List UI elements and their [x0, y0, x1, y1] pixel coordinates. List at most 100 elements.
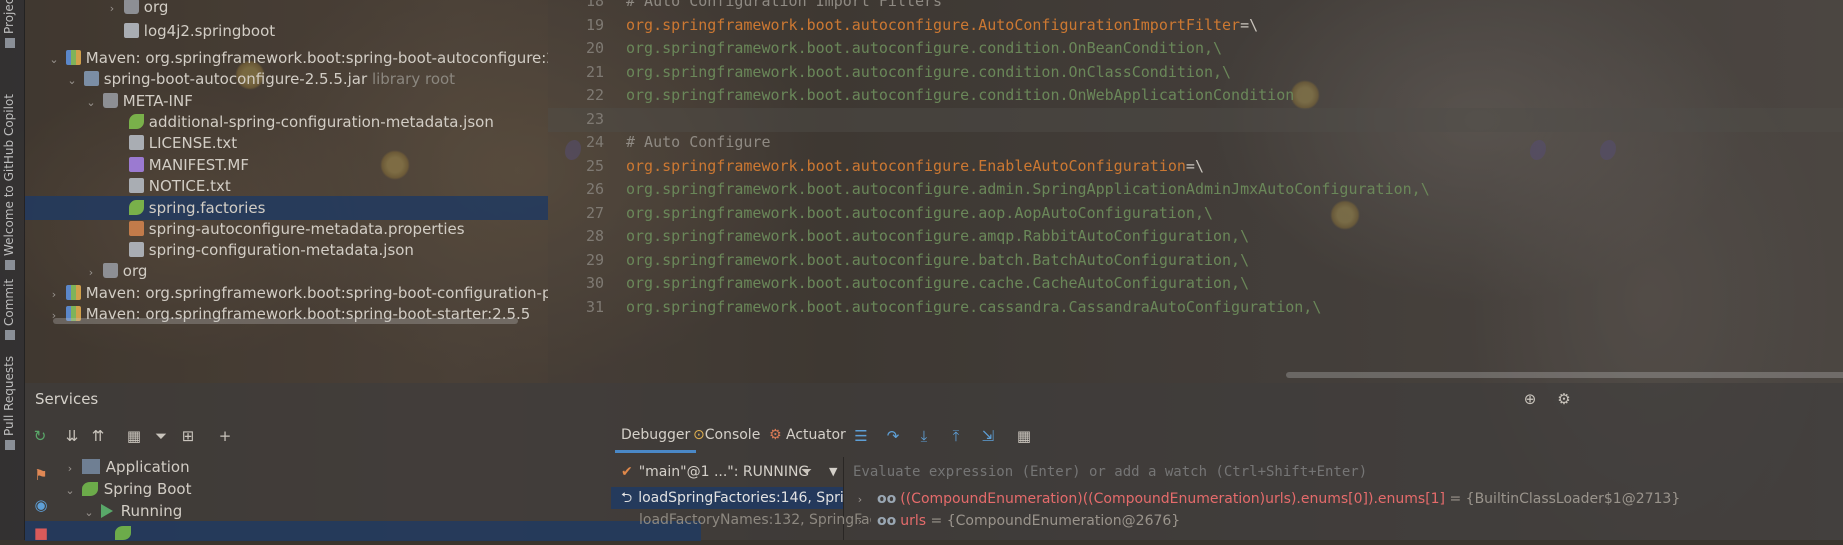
- refresh-icon[interactable]: ↻: [30, 426, 50, 446]
- crosshair-icon[interactable]: ⊕: [1521, 390, 1539, 408]
- line-number: 27: [585, 203, 604, 222]
- manifest-icon: [128, 157, 144, 172]
- code-line[interactable]: org.springframework.boot.autoconfigure.c…: [626, 86, 1294, 104]
- code-token: org.springframework.boot.autoconfigure.a…: [626, 227, 1250, 245]
- tree-item-log4j2[interactable]: log4j2.springboot: [25, 19, 548, 43]
- variable-row[interactable]: › oo urls = {CompoundEnumeration@2676}: [853, 510, 1180, 532]
- line-number: 29: [585, 250, 604, 269]
- filter-icon[interactable]: ⏷: [151, 426, 171, 446]
- folder-icon: [102, 263, 118, 278]
- project-tool-tab[interactable]: Project: [2, 0, 16, 48]
- run-icon: [100, 504, 113, 518]
- code-token: org.springframework.boot.autoconfigure.a…: [626, 180, 1430, 198]
- file-icon: [123, 23, 139, 38]
- code-line[interactable]: # Auto Configuration Import Filters: [626, 0, 942, 10]
- variable-row[interactable]: › oo ((CompoundEnumeration)((CompoundEnume…: [853, 488, 1680, 510]
- code-token: org.springframework.boot.autoconfigure.b…: [626, 250, 1250, 269]
- watch-glasses-icon: oo: [877, 491, 897, 507]
- step-over-icon[interactable]: ↷: [883, 426, 903, 446]
- step-into-icon[interactable]: ⤓: [914, 426, 934, 446]
- debugger-panel: Debugger ⊙Console ⚙ Actuator ☰ ↷ ⤓ ⤒ ⇲ ▦…: [611, 415, 1843, 540]
- code-token: org.springframework.boot.autoconfigure.E…: [626, 156, 1186, 175]
- code-line[interactable]: org.springframework.boot.autoconfigure.c…: [626, 298, 1321, 316]
- tree-item-autoconfigure-jar[interactable]: ⌄ spring-boot-autoconfigure-2.5.5.jar li…: [25, 67, 548, 91]
- jar-icon: [83, 71, 99, 86]
- check-icon: ✔: [621, 464, 633, 480]
- tab-actuator[interactable]: ⚙ Actuator: [769, 427, 846, 443]
- services-header: Services ⊕ ⚙: [25, 383, 1843, 415]
- line-number: 26: [585, 180, 604, 198]
- code-line[interactable]: org.springframework.boot.autoconfigure.a…: [626, 180, 1430, 198]
- tree-item-org[interactable]: › org: [25, 0, 548, 19]
- run-to-cursor-icon[interactable]: ⇲: [978, 426, 998, 446]
- tree-item-org-2[interactable]: › org: [25, 259, 548, 283]
- gear-icon[interactable]: ⚙: [1555, 390, 1573, 408]
- code-editor[interactable]: 18 # Auto Configuration Import Filters 19 o…: [548, 0, 1843, 383]
- thread-selector[interactable]: ✔ "main"@1 ...": RUNNING ⏷ ▼: [611, 457, 843, 487]
- stack-frame[interactable]: ⮌loadSpringFactories:146, SpringFa: [611, 487, 843, 509]
- editor-horizontal-scrollbar[interactable]: [1286, 372, 1843, 378]
- service-item-selected-app[interactable]: [25, 521, 701, 541]
- tree-item-license[interactable]: LICENSE.txt: [25, 131, 548, 155]
- current-line-highlight: [548, 108, 1843, 132]
- maven-library-icon: [65, 285, 81, 300]
- code-token: org.springframework.boot.autoconfigure.c…: [626, 62, 1232, 81]
- new-tab-icon[interactable]: ⊞: [178, 426, 198, 446]
- code-line[interactable]: org.springframework.boot.autoconfigure.b…: [626, 251, 1249, 269]
- commit-tool-tab[interactable]: Commit: [2, 279, 16, 340]
- add-service-icon[interactable]: +: [215, 426, 235, 446]
- services-title: Services: [35, 390, 99, 408]
- group-by-icon[interactable]: ▦: [124, 426, 144, 446]
- show-execution-point-icon[interactable]: ☰: [851, 426, 871, 446]
- tab-console[interactable]: ⊙Console: [693, 427, 760, 443]
- attach-debugger-icon[interactable]: ◉: [31, 495, 51, 515]
- commit-icon: [4, 330, 15, 340]
- code-token: # Auto Configuration Import Filters: [626, 0, 943, 10]
- code-token: org.springframework.boot.autoconfigure.c…: [626, 274, 1250, 292]
- service-item-spring-boot[interactable]: ⌄ Spring Boot: [25, 477, 649, 501]
- step-out-icon[interactable]: ⤒: [946, 426, 966, 446]
- code-line[interactable]: org.springframework.boot.autoconfigure.E…: [626, 157, 1204, 175]
- console-icon: ⊙: [693, 427, 705, 443]
- service-item-application[interactable]: › Application: [25, 455, 649, 479]
- folder-icon: [123, 0, 139, 14]
- debugger-tabs: Debugger ⊙Console ⚙ Actuator ☰ ↷ ⤓ ⤒ ⇲ ▦: [611, 415, 1843, 457]
- chevron-down-icon[interactable]: ▼: [829, 457, 837, 487]
- tree-item-notice[interactable]: NOTICE.txt: [25, 174, 548, 198]
- project-icon: [4, 38, 15, 48]
- line-number: 22: [585, 86, 604, 104]
- code-line[interactable]: org.springframework.boot.autoconfigure.c…: [626, 274, 1249, 292]
- folder-icon: [102, 93, 118, 108]
- expand-arrow-icon[interactable]: ›: [853, 489, 867, 511]
- stop-icon[interactable]: ■: [31, 523, 51, 543]
- expand-arrow-icon[interactable]: ›: [105, 0, 119, 21]
- evaluate-table-icon[interactable]: ▦: [1014, 426, 1034, 446]
- project-horizontal-scrollbar[interactable]: [53, 318, 518, 324]
- expand-all-icon[interactable]: ⇊: [62, 426, 82, 446]
- line-number: 31: [585, 297, 604, 316]
- code-line[interactable]: org.springframework.boot.autoconfigure.a…: [626, 204, 1213, 222]
- expand-arrow-icon[interactable]: ›: [853, 511, 867, 533]
- service-item-running[interactable]: ⌄ Running: [25, 499, 668, 523]
- filter-icon[interactable]: ⏷: [801, 457, 812, 487]
- pull-requests-tool-tab[interactable]: Pull Requests: [2, 356, 16, 450]
- debug-icon[interactable]: ⚑: [31, 465, 51, 485]
- stack-frame[interactable]: loadFactoryNames:132, SpringFac: [611, 509, 871, 531]
- code-line[interactable]: # Auto Configure: [626, 133, 771, 151]
- code-line[interactable]: org.springframework.boot.autoconfigure.A…: [626, 16, 1258, 34]
- evaluate-expression-input[interactable]: [853, 457, 1833, 487]
- copilot-tool-tab[interactable]: Welcome to GitHub Copilot: [2, 94, 16, 270]
- collapse-all-icon[interactable]: ⇈: [88, 426, 108, 446]
- code-token: =\: [1185, 156, 1204, 175]
- properties-icon: [128, 221, 144, 236]
- project-tree: › org log4j2.springboot ⌄ Maven: org.spr…: [25, 0, 548, 383]
- code-line[interactable]: org.springframework.boot.autoconfigure.c…: [626, 39, 1222, 57]
- tab-debugger[interactable]: Debugger: [614, 427, 697, 453]
- code-line[interactable]: org.springframework.boot.autoconfigure.a…: [626, 227, 1249, 245]
- spring-boot-icon: [115, 526, 131, 540]
- expand-arrow-icon[interactable]: ›: [47, 304, 61, 328]
- spring-boot-icon: [81, 482, 98, 496]
- variables-panel: ›oo((CompoundEnumeration)((CompoundEnume…: [843, 457, 1843, 540]
- code-line[interactable]: org.springframework.boot.autoconfigure.c…: [626, 63, 1231, 81]
- services-toolbar: ↻ ⇊ ⇈ ▦ ⏷ ⊞ +: [25, 415, 611, 455]
